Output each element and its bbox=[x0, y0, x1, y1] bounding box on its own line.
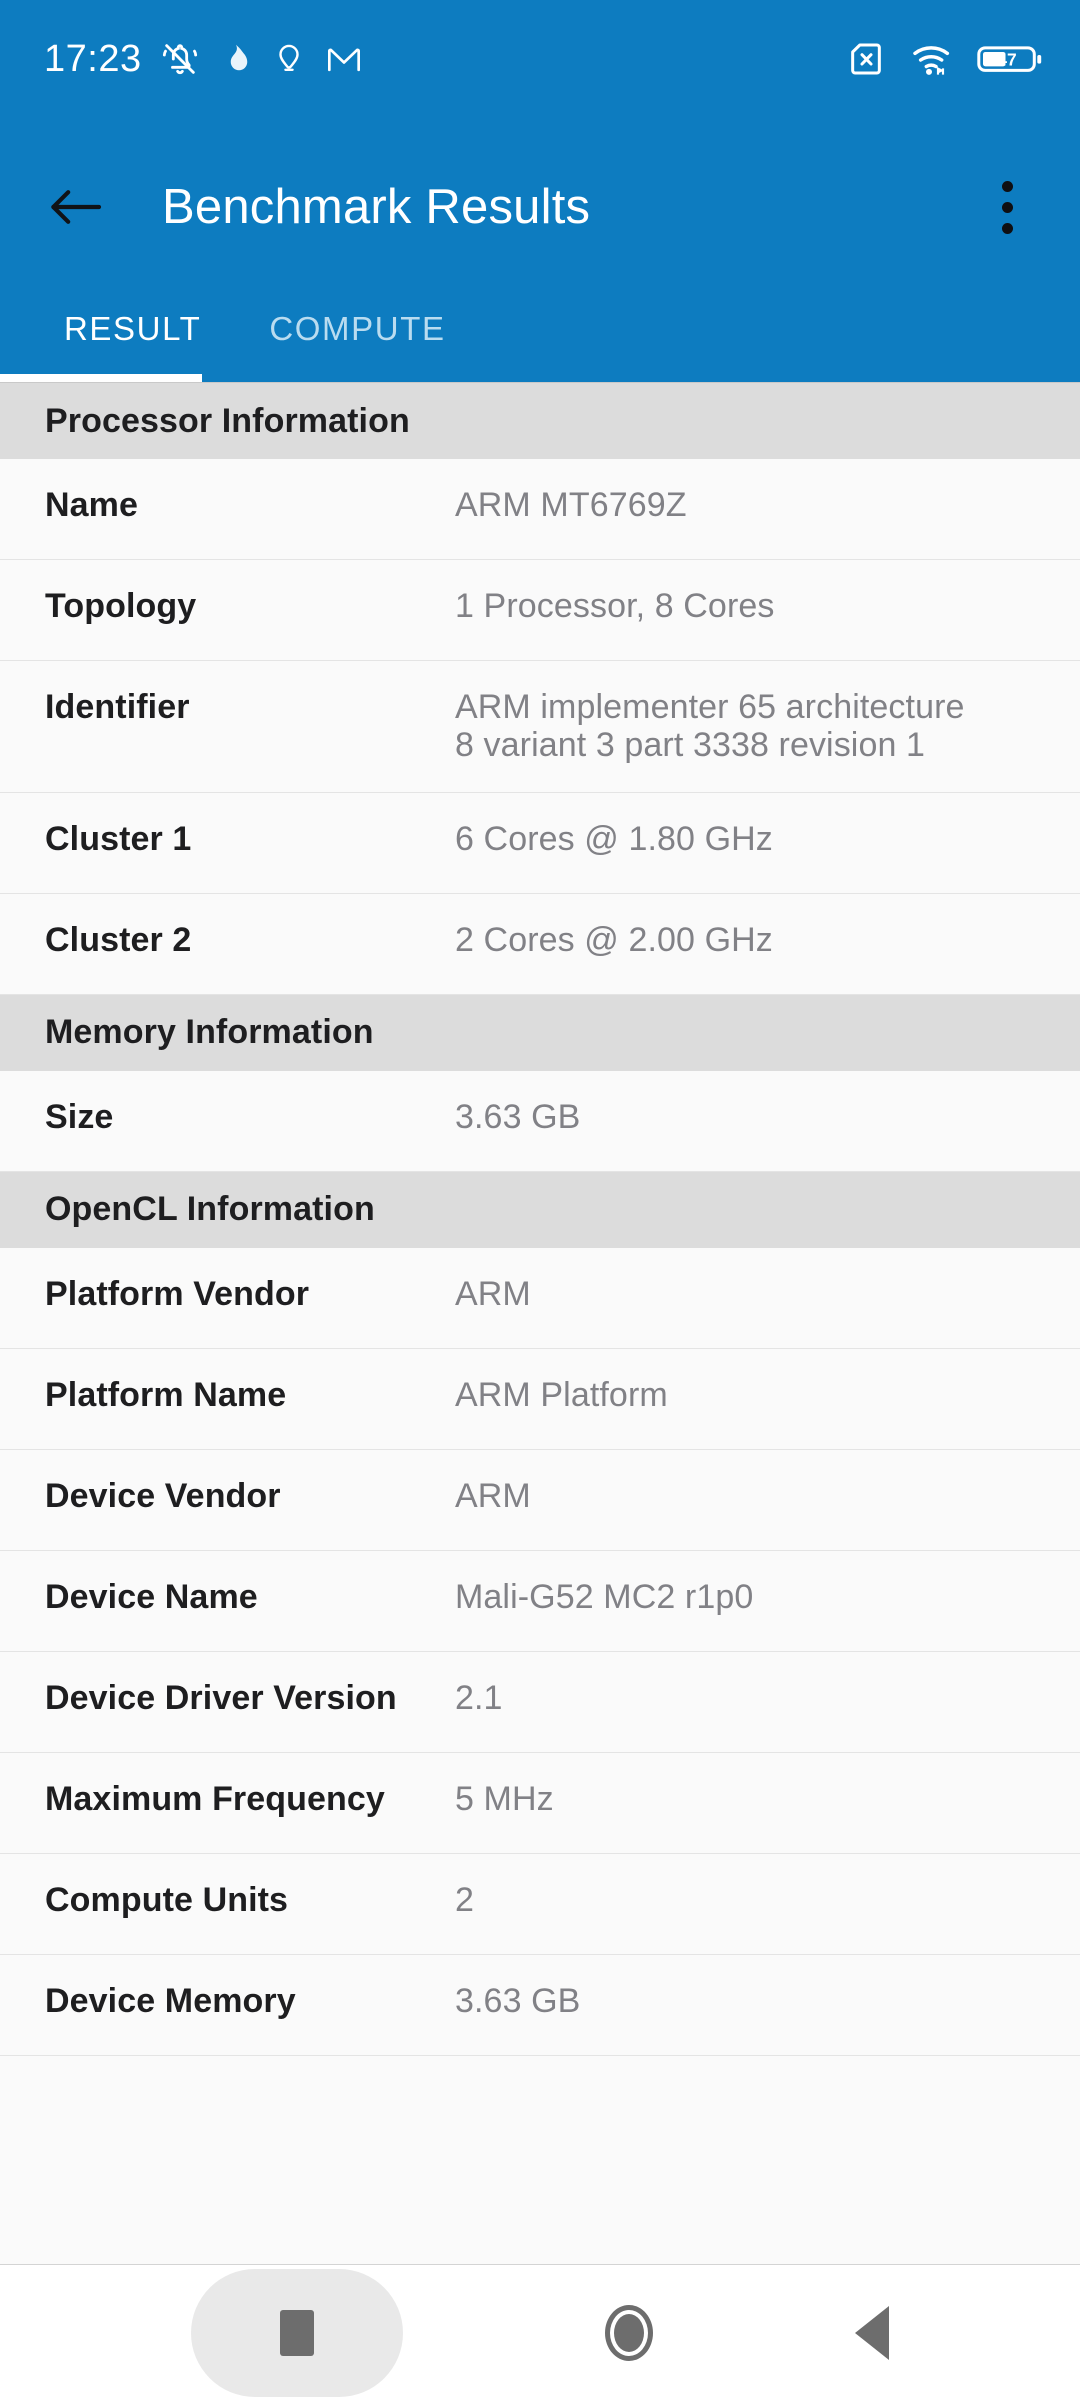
table-row[interactable]: IdentifierARM implementer 65 architectur… bbox=[0, 661, 1080, 793]
back-button[interactable] bbox=[44, 174, 110, 240]
app-bar: Benchmark Results RESULT COMPUTE bbox=[0, 118, 1080, 382]
row-value-line: ARM bbox=[455, 1275, 1040, 1313]
results-list[interactable]: Processor InformationNameARM MT6769ZTopo… bbox=[0, 382, 1080, 2264]
row-label: Platform Vendor bbox=[45, 1275, 455, 1313]
row-value: 5 MHz bbox=[455, 1780, 1040, 1818]
app-bar-top: Benchmark Results bbox=[0, 118, 1080, 296]
row-label: Cluster 1 bbox=[45, 820, 455, 858]
status-bar: 17:23 bbox=[0, 0, 1080, 118]
row-value-line: 2.1 bbox=[455, 1679, 1040, 1717]
row-value: ARM Platform bbox=[455, 1376, 1040, 1414]
home-circle-icon bbox=[605, 2305, 653, 2361]
wifi-icon bbox=[910, 39, 954, 79]
location-pin-icon bbox=[272, 39, 306, 79]
row-label: Name bbox=[45, 486, 455, 524]
table-row[interactable]: Topology1 Processor, 8 Cores bbox=[0, 560, 1080, 661]
row-value: 1 Processor, 8 Cores bbox=[455, 587, 1040, 625]
table-row[interactable]: Cluster 22 Cores @ 2.00 GHz bbox=[0, 894, 1080, 995]
row-value: 2 bbox=[455, 1881, 1040, 1919]
row-value-line: 2 bbox=[455, 1881, 1040, 1919]
row-label: Topology bbox=[45, 587, 455, 625]
row-value-line: ARM implementer 65 architecture bbox=[455, 688, 1040, 726]
flame-icon bbox=[218, 39, 254, 79]
sim-card-off-icon bbox=[844, 39, 888, 79]
row-value: 3.63 GB bbox=[455, 1982, 1040, 2020]
row-label: Cluster 2 bbox=[45, 921, 455, 959]
row-value-line: 3.63 GB bbox=[455, 1098, 1040, 1136]
battery-icon: 47 bbox=[976, 41, 1044, 77]
row-value-line: 8 variant 3 part 3338 revision 1 bbox=[455, 726, 1040, 764]
row-value: ARM MT6769Z bbox=[455, 486, 1040, 524]
android-screen: 17:23 bbox=[0, 0, 1080, 2400]
status-bar-left: 17:23 bbox=[44, 39, 364, 79]
row-label: Device Driver Version bbox=[45, 1679, 455, 1717]
table-row[interactable]: NameARM MT6769Z bbox=[0, 459, 1080, 560]
row-label: Device Memory bbox=[45, 1982, 455, 2020]
recents-square-icon bbox=[280, 2310, 314, 2356]
table-row[interactable]: Platform NameARM Platform bbox=[0, 1349, 1080, 1450]
table-row[interactable]: Device Memory3.63 GB bbox=[0, 1955, 1080, 2056]
row-label: Size bbox=[45, 1098, 455, 1136]
page-title: Benchmark Results bbox=[162, 179, 590, 235]
table-row[interactable]: Device NameMali-G52 MC2 r1p0 bbox=[0, 1551, 1080, 1652]
tab-bar: RESULT COMPUTE bbox=[0, 296, 1080, 382]
row-value-line: Mali-G52 MC2 r1p0 bbox=[455, 1578, 1040, 1616]
row-value-line: ARM MT6769Z bbox=[455, 486, 1040, 524]
more-vert-icon bbox=[1002, 223, 1013, 234]
row-value: 6 Cores @ 1.80 GHz bbox=[455, 820, 1040, 858]
gmail-icon bbox=[324, 39, 364, 79]
tab-indicator bbox=[0, 374, 202, 382]
row-value-line: 3.63 GB bbox=[455, 1982, 1040, 2020]
row-label: Device Vendor bbox=[45, 1477, 455, 1515]
section-header: Processor Information bbox=[0, 383, 1080, 459]
row-value-line: ARM Platform bbox=[455, 1376, 1040, 1414]
row-value: 2.1 bbox=[455, 1679, 1040, 1717]
tab-result[interactable]: RESULT bbox=[30, 296, 235, 348]
row-value: Mali-G52 MC2 r1p0 bbox=[455, 1578, 1040, 1616]
bell-off-icon bbox=[160, 39, 200, 79]
table-row[interactable]: Compute Units2 bbox=[0, 1854, 1080, 1955]
row-value: ARM bbox=[455, 1275, 1040, 1313]
section-header: OpenCL Information bbox=[0, 1172, 1080, 1248]
table-row[interactable]: Device Driver Version2.1 bbox=[0, 1652, 1080, 1753]
tab-compute[interactable]: COMPUTE bbox=[235, 296, 479, 348]
row-label: Compute Units bbox=[45, 1881, 455, 1919]
row-value-line: 5 MHz bbox=[455, 1780, 1040, 1818]
table-row[interactable]: Platform VendorARM bbox=[0, 1248, 1080, 1349]
battery-level-text: 47 bbox=[997, 50, 1016, 70]
row-value-line: 6 Cores @ 1.80 GHz bbox=[455, 820, 1040, 858]
back-nav-button[interactable] bbox=[855, 2306, 889, 2360]
row-value-line: 1 Processor, 8 Cores bbox=[455, 587, 1040, 625]
more-vert-icon bbox=[1002, 202, 1013, 213]
row-value-line: ARM bbox=[455, 1477, 1040, 1515]
table-row[interactable]: Cluster 16 Cores @ 1.80 GHz bbox=[0, 793, 1080, 894]
android-navigation-bar bbox=[0, 2264, 1080, 2400]
row-value-line: 2 Cores @ 2.00 GHz bbox=[455, 921, 1040, 959]
row-label: Platform Name bbox=[45, 1376, 455, 1414]
table-row[interactable]: Maximum Frequency5 MHz bbox=[0, 1753, 1080, 1854]
status-bar-right: 47 bbox=[844, 39, 1044, 79]
table-row[interactable]: Device VendorARM bbox=[0, 1450, 1080, 1551]
overflow-menu-button[interactable] bbox=[976, 168, 1038, 246]
row-value: ARM implementer 65 architecture8 variant… bbox=[455, 688, 1040, 765]
row-value: 3.63 GB bbox=[455, 1098, 1040, 1136]
row-label: Device Name bbox=[45, 1578, 455, 1616]
arrow-back-icon bbox=[47, 183, 107, 231]
more-vert-icon bbox=[1002, 181, 1013, 192]
section-header: Memory Information bbox=[0, 995, 1080, 1071]
row-label: Identifier bbox=[45, 688, 455, 726]
row-label: Maximum Frequency bbox=[45, 1780, 455, 1818]
table-row[interactable]: Size3.63 GB bbox=[0, 1071, 1080, 1172]
row-value: 2 Cores @ 2.00 GHz bbox=[455, 921, 1040, 959]
status-clock: 17:23 bbox=[44, 40, 142, 78]
back-triangle-icon bbox=[855, 2306, 889, 2360]
row-value: ARM bbox=[455, 1477, 1040, 1515]
home-button[interactable] bbox=[605, 2305, 653, 2361]
recents-button[interactable] bbox=[191, 2269, 403, 2397]
